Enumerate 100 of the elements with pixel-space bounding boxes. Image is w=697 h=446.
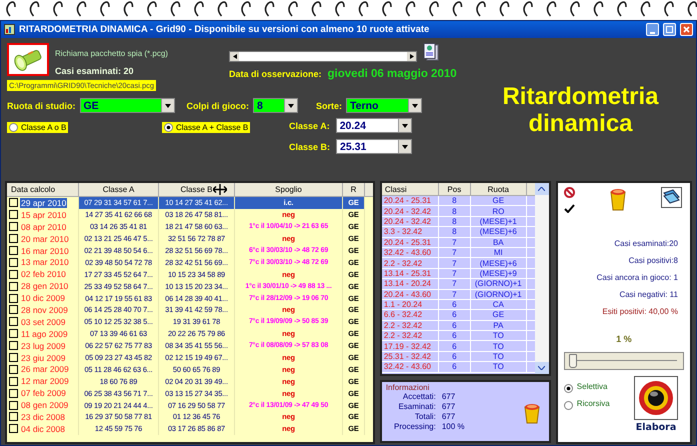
checkmark-icon[interactable] <box>564 204 575 213</box>
mode-option[interactable]: Classe A + Classe B <box>162 122 250 133</box>
table-cell: 7 <box>438 290 471 299</box>
column-header[interactable]: Classe B <box>159 183 235 196</box>
ruota-label: Ruota di studio: <box>7 100 76 110</box>
info-label: Esaminati: <box>397 402 436 411</box>
scroll-left-icon[interactable] <box>230 52 239 61</box>
table-cell: 8 <box>438 216 471 226</box>
table-cell: MI <box>470 248 527 258</box>
checkbox[interactable] <box>9 210 18 220</box>
column-header[interactable]: Data calcolo <box>7 183 79 196</box>
scrollbar[interactable] <box>229 51 417 62</box>
scroll-right-icon[interactable] <box>407 52 416 61</box>
stat-text: Casi esaminati:20 <box>614 239 678 248</box>
info-value: 677 <box>442 392 456 401</box>
checkbox[interactable] <box>9 400 18 410</box>
dropdown[interactable]: 25.31 <box>336 139 412 154</box>
table-cell: 6 <box>438 352 471 362</box>
radio-button[interactable] <box>164 123 173 132</box>
scrollbar[interactable] <box>534 183 549 374</box>
checkbox[interactable] <box>9 305 18 314</box>
dropdown[interactable]: 20.24 <box>336 118 412 133</box>
checkbox[interactable] <box>9 341 18 350</box>
stat-text: Casi ancora in gioco: 1 <box>596 273 678 282</box>
column-header[interactable]: Spoglio <box>235 183 343 196</box>
date-cell: 11 ago 2009 <box>20 328 69 339</box>
table-cell: (MESE)+6 <box>470 227 527 237</box>
table-cell: 2.2 - 32.42 <box>382 331 439 340</box>
mode-option[interactable]: Classe A o B <box>7 122 68 133</box>
checkbox[interactable] <box>9 364 18 374</box>
checkbox[interactable] <box>9 317 18 326</box>
slider-thumb[interactable] <box>568 354 577 368</box>
date-cell: 02 feb 2010 <box>20 269 67 280</box>
table-cell: RO <box>470 206 527 216</box>
info-value: 677 <box>442 412 456 421</box>
checkbox[interactable] <box>9 353 18 362</box>
column-header[interactable]: Classi <box>382 183 439 195</box>
table-cell: BA <box>470 238 527 247</box>
checkbox[interactable] <box>9 198 18 208</box>
flashlight-button[interactable] <box>7 43 49 76</box>
table-cell: 8 <box>438 227 471 237</box>
column-header[interactable]: Ruota <box>470 183 527 195</box>
checkbox[interactable] <box>9 246 18 255</box>
date-cell: 16 mar 2010 <box>20 246 70 256</box>
checkbox[interactable] <box>9 376 18 386</box>
dropdown[interactable]: GE <box>80 98 174 113</box>
column-header[interactable]: Pos <box>438 183 471 195</box>
minimize-button[interactable] <box>646 23 659 36</box>
table-cell: 20.24 - 32.42 <box>382 216 439 226</box>
checkbox[interactable] <box>9 222 18 232</box>
table-cell: 6.6 - 32.42 <box>382 310 439 320</box>
table-cell: TO <box>470 331 527 340</box>
dropdown[interactable]: 8 <box>253 98 298 113</box>
table-cell: 13.14 - 20.24 <box>382 279 439 289</box>
table-cell: (MESE)+9 <box>470 268 527 278</box>
classe-b-label: Classe B: <box>289 142 330 152</box>
table-cell: 8 <box>438 196 471 206</box>
date-cell: 28 gen 2010 <box>20 281 70 292</box>
sorte-label: Sorte: <box>316 100 342 110</box>
table-cell: (MESE)+1 <box>470 216 527 226</box>
method-option[interactable]: Selettiva <box>564 380 610 393</box>
table-cell: 6 <box>438 300 471 310</box>
info-title: Informazioni <box>386 383 430 392</box>
date-cell: 28 nov 2009 <box>20 304 69 315</box>
checkbox[interactable] <box>9 412 18 422</box>
checkbox[interactable] <box>9 270 18 279</box>
scroll-down-icon[interactable] <box>534 362 549 374</box>
checkbox[interactable] <box>9 234 18 244</box>
date-cell: 26 mar 2009 <box>20 364 70 374</box>
app-icon <box>4 24 15 35</box>
stat-text: Esiti positivi: 40,00 % <box>602 307 678 316</box>
table-cell: GE <box>470 310 527 320</box>
column-header[interactable]: Classe A <box>79 183 159 196</box>
checkbox[interactable] <box>9 329 18 338</box>
checkbox[interactable] <box>9 294 18 303</box>
table-cell: 6 <box>438 331 471 340</box>
table-cell: (GIORNO)+1 <box>470 290 527 299</box>
radio-button[interactable] <box>564 401 573 410</box>
document-icon[interactable] <box>423 42 439 60</box>
column-header[interactable]: R <box>343 183 365 196</box>
checkbox[interactable] <box>9 258 18 267</box>
checkbox[interactable] <box>9 424 18 434</box>
radio-button[interactable] <box>9 123 18 132</box>
close-button[interactable] <box>680 23 693 36</box>
scroll-up-icon[interactable] <box>534 183 549 195</box>
book-icon[interactable] <box>660 187 682 208</box>
prohibited-icon[interactable] <box>564 187 575 198</box>
table-cell: PA <box>470 320 527 330</box>
table-cell: 6 <box>438 362 471 372</box>
stat-text: Casi positivi:8 <box>628 256 678 265</box>
jar-icon[interactable] <box>608 187 627 211</box>
date-value: giovedi 06 maggio 2010 <box>328 68 457 80</box>
radio-button[interactable] <box>564 384 573 393</box>
info-label: Processing: <box>393 422 436 431</box>
checkbox[interactable] <box>9 388 18 398</box>
checkbox[interactable] <box>9 282 18 291</box>
method-option[interactable]: Ricorsiva <box>564 397 610 410</box>
dropdown[interactable]: Terno <box>346 98 422 113</box>
table-cell: 20.24 - 25.31 <box>382 238 439 247</box>
maximize-button[interactable] <box>663 23 676 36</box>
